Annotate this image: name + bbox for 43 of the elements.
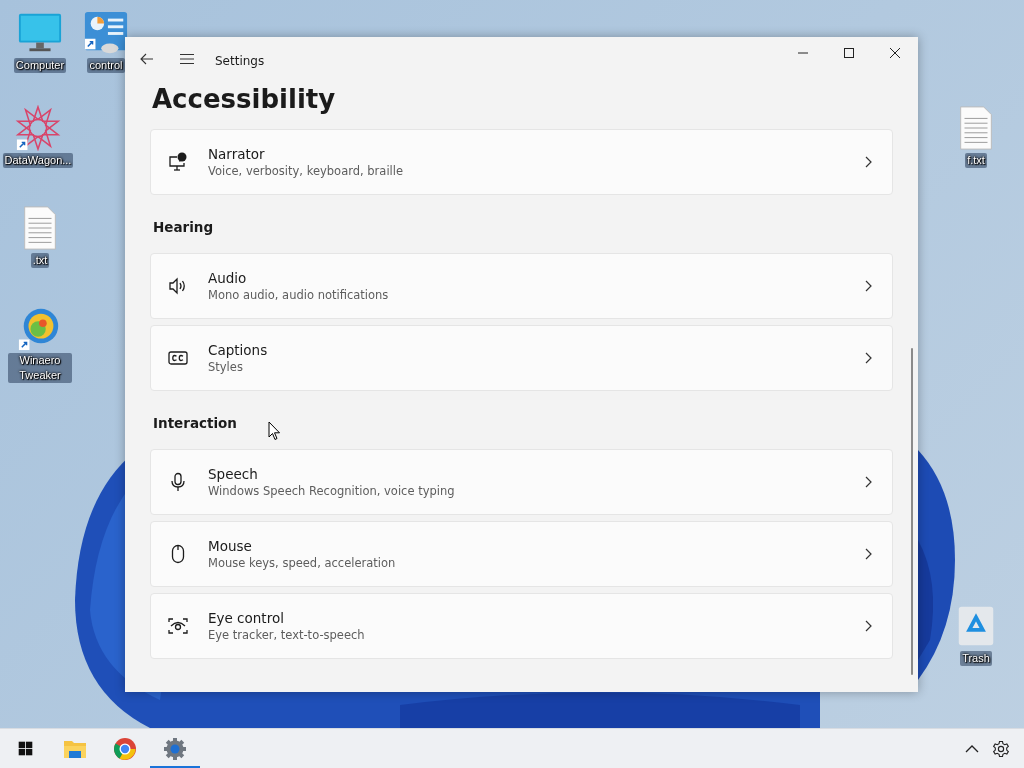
- browser-icon[interactable]: [113, 736, 137, 761]
- settings-item[interactable]: Audio Mono audio, audio notifications: [150, 253, 893, 319]
- item-title: Narrator: [208, 146, 266, 162]
- desktop-icon-label[interactable]: Computer: [13, 58, 67, 73]
- item-description: Voice, verbosity, keyboard, braille: [208, 164, 405, 178]
- item-description: Eye tracker, text-to-speech: [208, 628, 366, 642]
- settings-item[interactable]: Eye control Eye tracker, text-to-speech: [150, 593, 893, 659]
- desktop-icon-label[interactable]: DataWagon...: [2, 153, 74, 168]
- section-heading: Hearing: [152, 218, 214, 237]
- speaker-icon: [168, 276, 188, 296]
- gear-icon[interactable]: [163, 736, 187, 761]
- item-description: Mouse keys, speed, acceleration: [208, 556, 397, 570]
- start-icon[interactable]: [16, 740, 34, 757]
- closed-captions-icon: [168, 348, 188, 368]
- eye-tracking-icon: [168, 616, 188, 636]
- scrollbar[interactable]: [911, 348, 913, 675]
- close-icon[interactable]: [889, 47, 901, 59]
- settings-item[interactable]: Mouse Mouse keys, speed, acceleration: [150, 521, 893, 587]
- item-title: Audio: [208, 270, 248, 286]
- desktop-icon-label[interactable]: control: [87, 58, 125, 73]
- desktop-icon-label[interactable]: f.txt: [965, 153, 987, 168]
- desktop-icon-label[interactable]: .txt: [30, 253, 50, 268]
- microphone-icon: [168, 472, 188, 492]
- settings-item[interactable]: Speech Windows Speech Recognition, voice typing: [150, 449, 893, 515]
- settings-icon[interactable]: [992, 739, 1010, 758]
- item-description: Windows Speech Recognition, voice typing: [208, 484, 456, 498]
- desktop-icon-label[interactable]: Winaero Tweaker: [8, 353, 72, 383]
- item-title: Mouse: [208, 538, 253, 554]
- desktop-icon-label[interactable]: Trash: [960, 651, 992, 666]
- section-heading: Interaction: [152, 414, 237, 433]
- item-title: Eye control: [208, 610, 285, 626]
- item-title: Captions: [208, 342, 269, 358]
- item-description: Mono audio, audio notifications: [208, 288, 390, 302]
- window-title: Settings: [215, 54, 265, 68]
- cursor-icon: [268, 421, 281, 441]
- narrator-icon: [168, 152, 188, 172]
- maximize-icon[interactable]: [843, 47, 855, 59]
- page-heading: Accessibility: [152, 83, 337, 116]
- star-icon: [15, 105, 61, 151]
- item-description: Styles: [208, 360, 244, 374]
- settings-item[interactable]: Narrator Voice, verbosity, keyboard, braille: [150, 129, 893, 195]
- settings-item[interactable]: Captions Styles: [150, 325, 893, 391]
- item-title: Speech: [208, 466, 259, 482]
